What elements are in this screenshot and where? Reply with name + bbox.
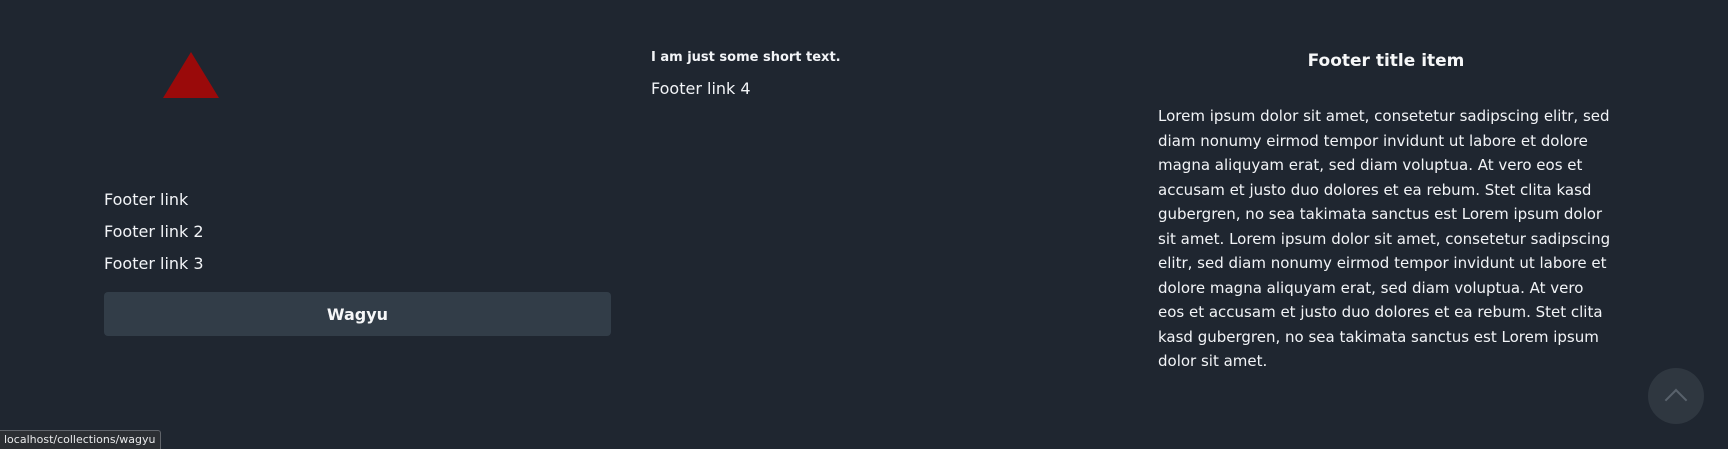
site-footer: Footer link Footer link 2 Footer link 3 …	[0, 0, 1728, 448]
footer-paragraph: Lorem ipsum dolor sit amet, consetetur s…	[1158, 107, 1611, 370]
short-text: I am just some short text.	[651, 50, 841, 65]
footer-title: Footer title item	[1307, 51, 1465, 71]
wagyu-button[interactable]: Wagyu	[104, 292, 611, 336]
footer-link-4[interactable]: Footer link 4	[651, 79, 751, 98]
chevron-up-icon	[1664, 388, 1688, 412]
footer-link-3[interactable]: Footer link 3	[104, 254, 204, 273]
back-to-top-button[interactable]	[1648, 368, 1704, 424]
footer-link-1[interactable]: Footer link	[104, 190, 188, 209]
status-bar-url: localhost/collections/wagyu	[0, 430, 161, 449]
triangle-logo-icon[interactable]	[163, 52, 219, 98]
footer-link-2[interactable]: Footer link 2	[104, 222, 204, 241]
